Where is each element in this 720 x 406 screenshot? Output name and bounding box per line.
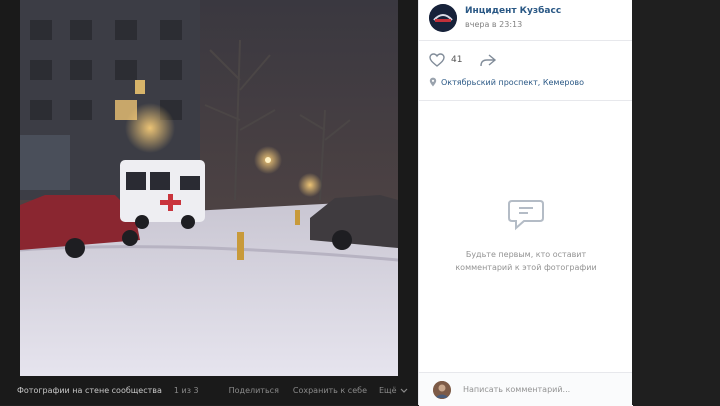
- share-post-button[interactable]: [479, 53, 497, 72]
- share-arrow-icon: [480, 54, 497, 67]
- album-link[interactable]: Фотографии на стене сообщества: [17, 386, 162, 395]
- location-pin-icon: [429, 77, 437, 87]
- post-header: Инцидент Кузбасс вчера в 23:13: [419, 0, 633, 41]
- more-label: Ещё: [378, 386, 397, 395]
- photo-counter: 1 из 3: [173, 386, 199, 395]
- post-actions: 41: [419, 41, 633, 71]
- like-button[interactable]: 41: [429, 53, 462, 67]
- location-text: Октябрьский проспект, Кемерово: [441, 77, 584, 87]
- share-button[interactable]: Поделиться: [229, 386, 279, 395]
- viewer-backdrop[interactable]: [632, 0, 720, 405]
- photo-viewer: Фотографии на стене сообщества 1 из 3 По…: [0, 0, 720, 406]
- empty-comments-line1: Будьте первым, кто оставит: [465, 250, 587, 259]
- comment-bubble-icon: [508, 200, 544, 231]
- comment-input[interactable]: Написать комментарий...: [463, 385, 570, 394]
- heart-icon: [429, 53, 445, 67]
- chevron-down-icon: [400, 388, 407, 393]
- save-button[interactable]: Сохранить к себе: [293, 386, 367, 395]
- user-avatar: [433, 381, 451, 399]
- group-name[interactable]: Инцидент Кузбасс: [465, 6, 561, 16]
- post-time[interactable]: вчера в 23:13: [465, 20, 522, 29]
- side-panel: Инцидент Кузбасс вчера в 23:13 41 Октябр: [418, 0, 633, 406]
- location-link[interactable]: Октябрьский проспект, Кемерово: [429, 77, 584, 87]
- photo[interactable]: [20, 0, 398, 376]
- empty-comments-line2: комментарий к этой фотографии: [455, 263, 597, 272]
- empty-comments: Будьте первым, кто оставит комментарий к…: [419, 198, 633, 274]
- comment-box: Написать комментарий...: [419, 372, 633, 406]
- photo-bottom-bar: Фотографии на стене сообщества 1 из 3 По…: [0, 376, 418, 405]
- divider: [419, 100, 633, 101]
- more-button[interactable]: Ещё: [379, 386, 408, 395]
- likes-count: 41: [451, 55, 463, 65]
- group-avatar[interactable]: [429, 4, 457, 32]
